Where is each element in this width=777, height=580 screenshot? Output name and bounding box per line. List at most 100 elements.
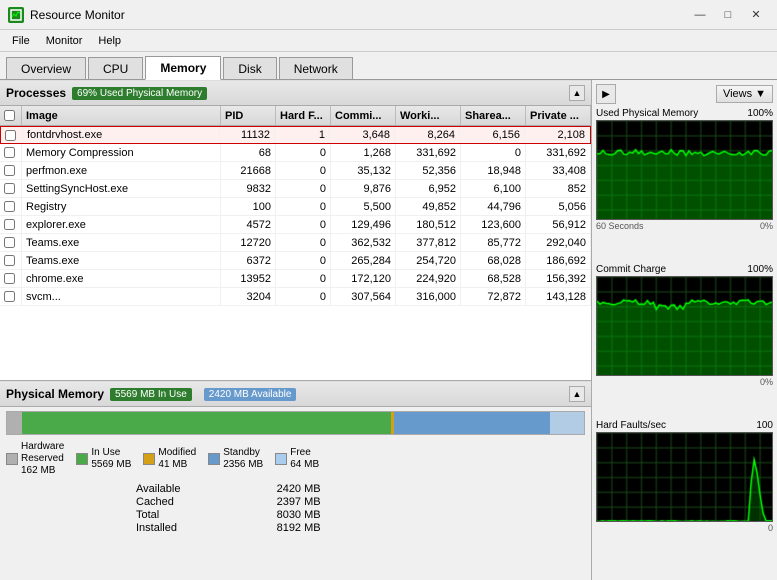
chart-time-row: 60 Seconds 0% — [596, 221, 773, 231]
table-row[interactable]: explorer.exe 4572 0 129,496 180,512 123,… — [0, 216, 591, 234]
legend-modified-color — [143, 453, 155, 465]
memory-bar-inuse — [22, 412, 391, 434]
table-row[interactable]: Memory Compression 68 0 1,268 331,692 0 … — [0, 144, 591, 162]
row-image: Registry — [22, 198, 221, 215]
col-pid[interactable]: PID — [221, 106, 276, 125]
chart-toolbar: ▶ Views ▼ — [596, 84, 773, 104]
row-pid: 68 — [221, 144, 276, 161]
table-row[interactable]: SettingSyncHost.exe 9832 0 9,876 6,952 6… — [0, 180, 591, 198]
total-label: Total — [136, 509, 269, 521]
row-private: 292,040 — [526, 234, 591, 251]
row-working: 52,356 — [396, 162, 461, 179]
row-commit: 172,120 — [331, 270, 396, 287]
tab-network[interactable]: Network — [279, 57, 353, 79]
col-hardf[interactable]: Hard F... — [276, 106, 331, 125]
chart-time-label: 60 Seconds — [596, 221, 644, 231]
col-commit[interactable]: Commi... — [331, 106, 396, 125]
row-image: Teams.exe — [22, 252, 221, 269]
row-commit: 307,564 — [331, 288, 396, 305]
table-row[interactable]: Registry 100 0 5,500 49,852 44,796 5,056 — [0, 198, 591, 216]
row-shareable: 6,100 — [461, 180, 526, 197]
legend-inuse: In Use5569 MB — [76, 441, 131, 477]
row-check[interactable] — [0, 144, 22, 161]
table-row[interactable]: chrome.exe 13952 0 172,120 224,920 68,52… — [0, 270, 591, 288]
row-commit: 35,132 — [331, 162, 396, 179]
table-row[interactable]: Teams.exe 6372 0 265,284 254,720 68,028 … — [0, 252, 591, 270]
tab-disk[interactable]: Disk — [223, 57, 276, 79]
row-check[interactable] — [0, 216, 22, 233]
row-pid: 13952 — [221, 270, 276, 287]
titlebar: Resource Monitor — □ ✕ — [0, 0, 777, 30]
chart-title-3: Hard Faults/sec — [596, 420, 666, 431]
tab-memory[interactable]: Memory — [145, 56, 221, 80]
chart-nav-btn[interactable]: ▶ — [596, 84, 616, 104]
row-check[interactable] — [0, 162, 22, 179]
row-hardf: 0 — [276, 216, 331, 233]
menu-help[interactable]: Help — [90, 33, 129, 49]
col-private[interactable]: Private ... — [526, 106, 591, 125]
chart-title-2: Commit Charge — [596, 264, 666, 275]
row-image: Memory Compression — [22, 144, 221, 161]
row-check[interactable] — [0, 198, 22, 215]
row-pid: 12720 — [221, 234, 276, 251]
col-image[interactable]: Image — [22, 106, 221, 125]
menu-monitor[interactable]: Monitor — [38, 33, 91, 49]
minimize-button[interactable]: — — [687, 5, 713, 25]
col-working[interactable]: Worki... — [396, 106, 461, 125]
chart-title-row-1: Used Physical Memory 100% — [596, 108, 773, 119]
row-working: 316,000 — [396, 288, 461, 305]
views-label: Views — [723, 88, 752, 100]
legend-inuse-color — [76, 453, 88, 465]
table-row[interactable]: svcm... 3204 0 307,564 316,000 72,872 14… — [0, 288, 591, 306]
row-check[interactable] — [0, 234, 22, 251]
row-check[interactable] — [0, 270, 22, 287]
row-shareable: 6,156 — [460, 127, 525, 143]
chart-title-row-2: Commit Charge 100% — [596, 264, 773, 275]
total-value: 8030 MB — [277, 509, 409, 521]
maximize-button[interactable]: □ — [715, 5, 741, 25]
row-image: Teams.exe — [22, 234, 221, 251]
row-check[interactable] — [0, 288, 22, 305]
menu-file[interactable]: File — [4, 33, 38, 49]
tab-cpu[interactable]: CPU — [88, 57, 143, 79]
processes-collapse-btn[interactable]: ▲ — [569, 85, 585, 101]
views-button[interactable]: Views ▼ — [716, 85, 773, 103]
table-row[interactable]: fontdrvhost.exe 11132 1 3,648 8,264 6,15… — [0, 126, 591, 144]
legend-free-color — [275, 453, 287, 465]
installed-value: 8192 MB — [277, 522, 409, 534]
chart-canvas-1 — [596, 120, 773, 220]
row-hardf: 0 — [276, 288, 331, 305]
row-hardf: 0 — [276, 234, 331, 251]
main-content: Processes 69% Used Physical Memory ▲ Ima… — [0, 80, 777, 580]
table-row[interactable]: perfmon.exe 21668 0 35,132 52,356 18,948… — [0, 162, 591, 180]
col-shareable[interactable]: Sharea... — [461, 106, 526, 125]
row-hardf: 1 — [275, 127, 330, 143]
row-pid: 6372 — [221, 252, 276, 269]
row-image: svcm... — [22, 288, 221, 305]
row-check[interactable] — [0, 180, 22, 197]
row-working: 254,720 — [396, 252, 461, 269]
views-dropdown-icon: ▼ — [755, 88, 766, 100]
legend-modified: Modified41 MB — [143, 441, 196, 477]
row-pid: 11132 — [220, 127, 275, 143]
row-pid: 21668 — [221, 162, 276, 179]
tab-overview[interactable]: Overview — [6, 57, 86, 79]
select-all-checkbox[interactable] — [4, 110, 15, 121]
chart-zero-row: 0 — [596, 523, 773, 533]
row-private: 33,408 — [526, 162, 591, 179]
memory-section-header: Physical Memory 5569 MB In Use 2420 MB A… — [0, 381, 591, 407]
chart-canvas-2 — [596, 276, 773, 376]
row-check[interactable] — [1, 127, 23, 143]
row-working: 49,852 — [396, 198, 461, 215]
app-icon — [8, 7, 24, 23]
row-pid: 3204 — [221, 288, 276, 305]
physical-memory-section: Physical Memory 5569 MB In Use 2420 MB A… — [0, 380, 591, 580]
row-shareable: 68,028 — [461, 252, 526, 269]
memory-collapse-btn[interactable]: ▲ — [569, 386, 585, 402]
legend-hw-color — [6, 453, 18, 465]
row-check[interactable] — [0, 252, 22, 269]
memory-legend: HardwareReserved162 MB In Use5569 MB Mod… — [0, 439, 591, 479]
row-private: 186,692 — [526, 252, 591, 269]
table-row[interactable]: Teams.exe 12720 0 362,532 377,812 85,772… — [0, 234, 591, 252]
close-button[interactable]: ✕ — [743, 5, 769, 25]
